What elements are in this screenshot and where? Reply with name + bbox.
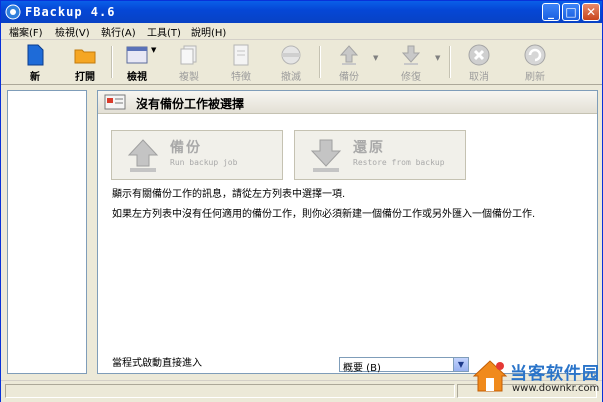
info-text-2: 如果左方列表中沒有任何適用的備份工作，則你必須新建一個備份工作或另外匯入一個備份… <box>112 209 536 220</box>
site-watermark: 当客软件园 www.downkr.com <box>470 356 602 400</box>
close-button[interactable]: ✕ <box>582 3 600 21</box>
watermark-text: 当客软件园 <box>510 364 600 384</box>
minimize-button[interactable]: _ <box>542 3 560 21</box>
new-document-icon <box>27 44 44 66</box>
menu-help[interactable]: 說明(H) <box>191 24 226 39</box>
info-text-1: 顯示有關備份工作的訊息，請從左方列表中選擇一項. <box>112 189 346 200</box>
restore-label: 修復 <box>401 72 421 83</box>
remove-button[interactable]: 撤滅 <box>269 42 313 83</box>
arrow-down-icon <box>401 45 421 65</box>
restore-dropdown-icon[interactable]: ▼ <box>435 54 440 62</box>
menu-tools[interactable]: 工具(T) <box>147 24 181 39</box>
chevron-down-icon[interactable]: ▼ <box>453 358 468 371</box>
backup-dropdown-icon[interactable]: ▼ <box>373 54 378 62</box>
copy-icon <box>180 45 197 65</box>
backup-label: 備份 <box>339 72 359 83</box>
menu-run[interactable]: 執行(A) <box>101 24 136 39</box>
new-label: 新 <box>30 72 40 83</box>
refresh-icon <box>524 44 546 66</box>
startup-view-select[interactable]: 概要 (B) ▼ <box>339 357 469 374</box>
backup-button[interactable]: 備份 <box>327 42 371 83</box>
minimize-icon: _ <box>548 5 554 19</box>
restore-subtitle: Restore from backup <box>353 158 445 167</box>
arrow-up-icon <box>339 45 359 65</box>
new-button[interactable]: 新 <box>13 42 57 83</box>
copy-label: 複製 <box>179 72 199 83</box>
menu-view[interactable]: 檢視(V) <box>55 24 90 39</box>
cancel-icon <box>468 44 490 66</box>
copy-button[interactable]: 複製 <box>167 42 211 83</box>
page-title: 沒有備份工作被選擇 <box>136 97 245 111</box>
app-icon <box>5 4 21 20</box>
folder-icon <box>74 49 96 64</box>
backup-title: 備份 <box>170 140 202 156</box>
toolbar-separator <box>449 46 451 78</box>
maximize-button[interactable]: □ <box>562 3 580 21</box>
restore-backup-button[interactable]: 還原 Restore from backup <box>294 130 466 180</box>
run-backup-button[interactable]: 備份 Run backup job <box>111 130 283 180</box>
cancel-label: 取消 <box>469 72 489 83</box>
restore-button[interactable]: 修復 <box>389 42 433 83</box>
house-logo-icon <box>472 360 508 392</box>
close-icon: ✕ <box>585 5 597 19</box>
view-icon <box>126 46 148 64</box>
toolbar: 新 打開 檢視 ▼ 複製 特徵 撤滅 備份 ▼ 修復 ▼ 取消 刷新 <box>1 40 602 85</box>
job-info-icon <box>104 94 126 110</box>
menu-bar: 檔案(F) 檢視(V) 執行(A) 工具(T) 說明(H) <box>1 23 602 40</box>
toolbar-separator <box>111 46 113 78</box>
status-cell-main <box>5 384 455 398</box>
arrow-down-icon <box>310 139 342 172</box>
startup-view-value: 概要 (B) <box>343 363 381 374</box>
remove-label: 撤滅 <box>281 72 301 83</box>
properties-icon <box>233 44 249 66</box>
window-title: FBackup 4.6 <box>25 5 116 19</box>
menu-file[interactable]: 檔案(F) <box>9 24 43 39</box>
arrow-up-icon <box>127 139 159 172</box>
view-dropdown-icon[interactable]: ▼ <box>151 46 156 54</box>
remove-icon <box>281 45 301 65</box>
open-button[interactable]: 打開 <box>63 42 107 83</box>
cancel-button[interactable]: 取消 <box>457 42 501 83</box>
backup-subtitle: Run backup job <box>170 158 238 167</box>
backup-job-list[interactable] <box>7 90 87 374</box>
view-label: 檢視 <box>127 72 147 83</box>
restore-title: 還原 <box>353 140 385 156</box>
watermark-url: www.downkr.com <box>512 383 600 394</box>
refresh-label: 刷新 <box>525 72 545 83</box>
properties-label: 特徵 <box>231 72 251 83</box>
properties-button[interactable]: 特徵 <box>219 42 263 83</box>
refresh-button[interactable]: 刷新 <box>513 42 557 83</box>
main-panel: 沒有備份工作被選擇 備份 Run backup job 還原 Restore f… <box>97 90 598 374</box>
startup-label: 當程式啟動直接進入 <box>112 358 202 369</box>
toolbar-separator <box>319 46 321 78</box>
maximize-icon: □ <box>565 5 577 19</box>
open-label: 打開 <box>75 72 95 83</box>
panel-header: 沒有備份工作被選擇 <box>98 91 597 114</box>
title-bar[interactable]: FBackup 4.6 _ □ ✕ <box>1 1 602 23</box>
app-window: FBackup 4.6 _ □ ✕ 檔案(F) 檢視(V) 執行(A) 工具(T… <box>0 0 603 402</box>
